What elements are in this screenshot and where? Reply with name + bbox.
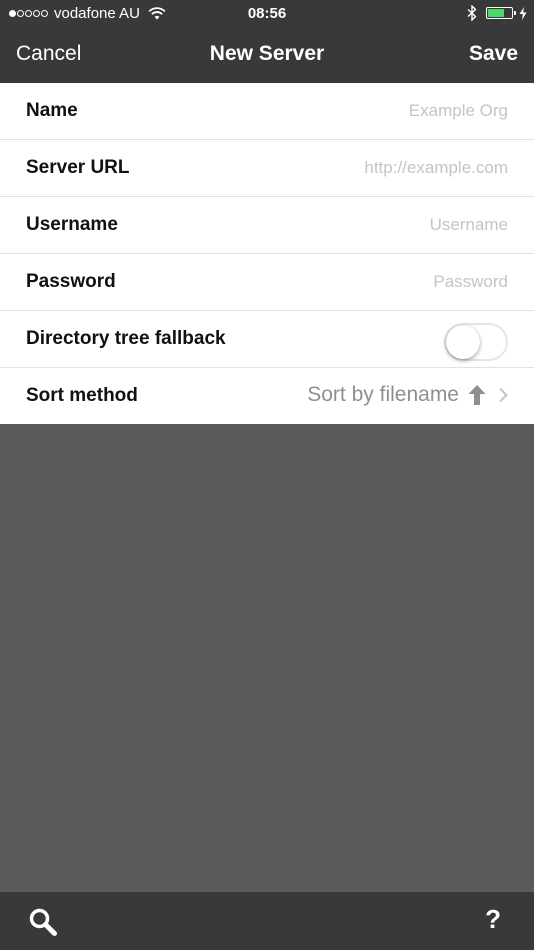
sort-method-label: Sort method [26, 385, 138, 406]
save-button[interactable]: Save [469, 42, 518, 66]
username-field[interactable] [248, 211, 508, 239]
sort-method-value-group[interactable]: Sort by filename [307, 383, 508, 407]
name-field[interactable] [248, 97, 508, 125]
help-button[interactable]: ? [485, 904, 501, 935]
chevron-right-icon [499, 387, 508, 403]
status-right [467, 5, 527, 21]
arrow-up-icon [468, 385, 486, 405]
navigation-bar: Cancel New Server Save [0, 28, 534, 83]
status-time: 08:56 [247, 5, 287, 22]
name-label: Name [26, 100, 78, 121]
battery-icon [486, 7, 516, 19]
password-field[interactable] [248, 268, 508, 296]
username-label: Username [26, 214, 118, 235]
username-row: Username [0, 197, 534, 254]
password-row: Password [0, 254, 534, 311]
server-url-label: Server URL [26, 157, 130, 178]
server-url-row: Server URL [0, 140, 534, 197]
top-bar: vodafone AU 08:56 Cancel New Server Save [0, 0, 534, 83]
directory-fallback-toggle[interactable] [444, 323, 508, 361]
toggle-knob [446, 325, 480, 359]
name-row: Name [0, 83, 534, 140]
directory-fallback-label: Directory tree fallback [26, 328, 226, 349]
password-label: Password [26, 271, 116, 292]
battery-level [488, 9, 505, 17]
sort-method-value: Sort by filename [307, 383, 459, 406]
server-form: Name Server URL Username Password Direct… [0, 83, 534, 424]
server-url-field[interactable] [248, 154, 508, 182]
search-icon[interactable] [28, 907, 58, 937]
charging-bolt-icon [519, 6, 527, 20]
sort-method-row[interactable]: Sort method Sort by filename [0, 368, 534, 424]
bottom-toolbar: ? [0, 892, 534, 950]
directory-fallback-row: Directory tree fallback [0, 311, 534, 368]
battery-nub [514, 11, 516, 15]
bluetooth-icon [467, 5, 477, 21]
status-bar: vodafone AU 08:56 [0, 0, 534, 28]
page-title: New Server [209, 42, 325, 65]
